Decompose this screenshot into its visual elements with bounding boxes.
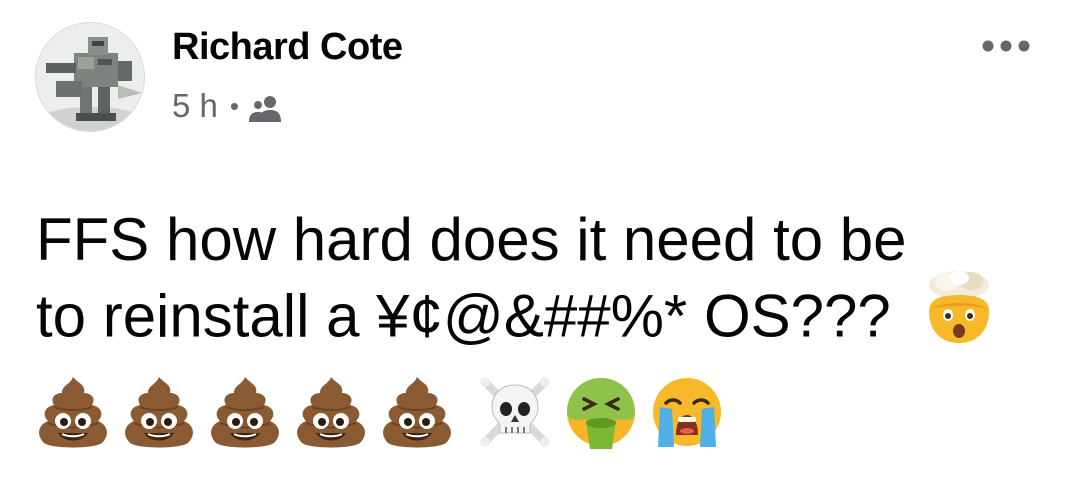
author-name[interactable]: Richard Cote — [172, 24, 403, 70]
skull-and-crossbones-emoji — [476, 373, 554, 451]
crying-face-emoji — [648, 373, 726, 451]
post-body: FFS how hard does it need to be to reins… — [36, 205, 1046, 349]
post-text-line-2: to reinstall a ¥¢@&##%* OS??? — [36, 282, 891, 350]
pile-of-poo-emoji — [34, 373, 112, 451]
pile-of-poo-emoji — [120, 373, 198, 451]
post-text-line-2-wrapper: to reinstall a ¥¢@&##%* OS??? — [36, 271, 1046, 349]
post-text-line-1: FFS how hard does it need to be — [36, 206, 907, 273]
friends-icon[interactable] — [248, 92, 283, 122]
post-meta: 5 h • — [172, 86, 283, 126]
emoji-row — [34, 372, 734, 452]
avatar[interactable] — [35, 22, 145, 132]
pile-of-poo-emoji — [292, 373, 370, 451]
pile-of-poo-emoji — [378, 373, 456, 451]
post-timestamp[interactable]: 5 h — [172, 86, 218, 126]
meta-separator: • — [229, 91, 239, 121]
more-dots-icon — [982, 40, 1030, 52]
pile-of-poo-emoji — [206, 373, 284, 451]
nauseated-face-emoji — [562, 373, 640, 451]
exploding-head-emoji — [921, 269, 997, 360]
more-options-button[interactable] — [976, 26, 1036, 66]
post-card: Richard Cote 5 h • FFS how hard does it … — [0, 0, 1071, 480]
